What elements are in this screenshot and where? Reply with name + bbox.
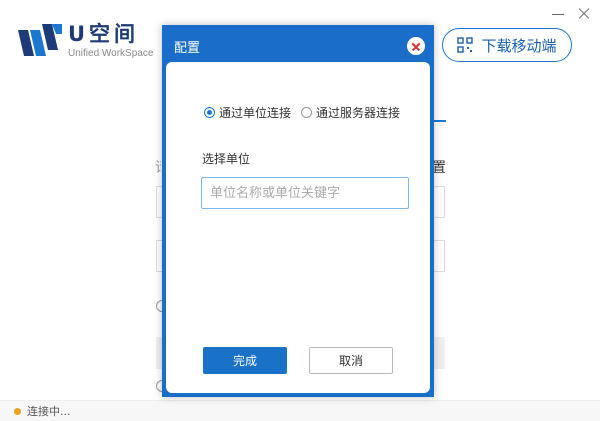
background-left-label: 请 — [155, 157, 161, 177]
status-dot-icon — [14, 407, 21, 415]
confirm-button[interactable]: 完成 — [203, 347, 287, 374]
status-text: 连接中... — [27, 405, 71, 418]
dialog-body: 通过单位连接 通过服务器连接 选择单位 完成 取消 — [166, 62, 430, 393]
radio-connect-by-server[interactable]: 通过服务器连接 — [301, 104, 400, 121]
background-settings-label: 置 — [432, 160, 446, 176]
radio-connect-by-server-label: 通过服务器连接 — [316, 106, 401, 120]
qr-code-icon — [457, 37, 474, 53]
radio-connect-by-unit[interactable]: 通过单位连接 — [204, 104, 291, 121]
close-window-icon[interactable] — [578, 8, 590, 20]
dialog-title: 配置 — [174, 41, 201, 56]
select-unit-label: 选择单位 — [202, 152, 251, 166]
unit-search-input[interactable] — [201, 177, 409, 209]
cancel-button[interactable]: 取消 — [309, 347, 393, 374]
window-controls — [552, 8, 590, 20]
radio-checked-icon — [204, 107, 215, 118]
tab-indicator — [432, 120, 446, 122]
logo-mark-icon — [18, 24, 62, 56]
radio-connect-by-unit-label: 通过单位连接 — [219, 106, 292, 120]
app-logo: U空间 Unified WorkSpace — [18, 22, 153, 60]
minimize-icon[interactable] — [552, 8, 564, 20]
status-bar: 连接中... — [0, 400, 600, 421]
connection-mode-group: 通过单位连接 通过服务器连接 — [204, 104, 400, 121]
download-mobile-label: 下载移动端 — [481, 36, 557, 55]
dialog-close-icon[interactable] — [407, 37, 425, 55]
logo-title: U空间 — [68, 22, 140, 46]
download-mobile-button[interactable]: 下载移动端 — [442, 28, 572, 62]
config-dialog: 配置 通过单位连接 通过服务器连接 选择单位 完成 取消 — [162, 25, 434, 397]
radio-unchecked-icon — [301, 107, 313, 118]
logo-subtitle: Unified WorkSpace — [68, 48, 154, 59]
